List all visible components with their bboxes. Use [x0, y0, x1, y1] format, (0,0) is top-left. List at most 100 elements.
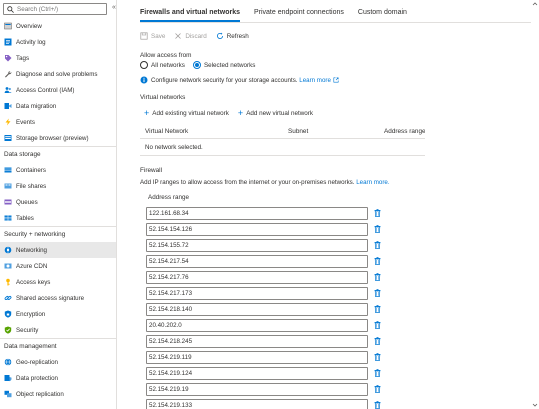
refresh-icon — [216, 32, 224, 40]
menu-item-tags[interactable]: Tags — [0, 50, 116, 66]
discard-label: Discard — [185, 32, 207, 40]
address-range-input[interactable] — [146, 334, 368, 348]
people-icon — [4, 86, 12, 94]
address-range-input[interactable] — [146, 366, 368, 380]
menu-item-activity-log[interactable]: Activity log — [0, 34, 116, 50]
menu-item-containers[interactable]: Containers — [0, 162, 116, 178]
menu-item-data-protection[interactable]: Data protection — [0, 370, 116, 386]
menu-item-storage-browser[interactable]: Storage browser (preview) — [0, 130, 116, 146]
menu-item-object-replication[interactable]: Object replication — [0, 386, 116, 402]
menu-item-label: Containers — [16, 166, 46, 174]
delete-trash-icon[interactable] — [374, 401, 381, 409]
close-icon — [174, 32, 182, 40]
menu-item-label: Shared access signature — [16, 294, 85, 302]
firewall-address-table: Address range — [146, 189, 386, 409]
menu-item-overview[interactable]: Overview — [0, 18, 116, 34]
firewall-description: Add IP ranges to allow access from the i… — [140, 179, 390, 186]
menu-item-label: Events — [16, 118, 35, 126]
menu-item-access-keys[interactable]: Access keys — [0, 274, 116, 290]
delete-trash-icon[interactable] — [374, 353, 381, 361]
storage-browser-icon — [4, 134, 12, 142]
menu-search-input[interactable] — [17, 5, 102, 13]
menu-item-access-control[interactable]: Access Control (IAM) — [0, 82, 116, 98]
radio-all-networks[interactable]: All networks — [140, 61, 185, 69]
radio-label: Selected networks — [203, 61, 256, 69]
add-existing-label: Add existing virtual network — [152, 109, 229, 117]
address-range-input[interactable] — [146, 382, 368, 396]
page-scrollbar[interactable] — [531, 0, 539, 409]
menu-item-security[interactable]: Security — [0, 322, 116, 338]
save-button[interactable]: Save — [140, 32, 165, 40]
tab-private-endpoint-connections[interactable]: Private endpoint connections — [254, 9, 344, 22]
add-new-vnet-button[interactable]: + Add new virtual network — [237, 108, 313, 118]
search-icon — [7, 5, 14, 13]
address-range-input[interactable] — [146, 206, 368, 220]
allow-access-label: Allow access from — [140, 52, 192, 59]
menu-item-label: Queues — [16, 198, 38, 206]
radio-selected-networks[interactable]: Selected networks — [192, 61, 256, 69]
overview-icon — [4, 22, 12, 30]
menu-item-events[interactable]: Events — [0, 114, 116, 130]
menu-item-tables[interactable]: Tables — [0, 210, 116, 226]
menu-item-encryption[interactable]: Encryption — [0, 306, 116, 322]
menu-item-label: Security — [16, 326, 39, 334]
delete-trash-icon[interactable] — [374, 225, 381, 233]
vnet-empty-row: No network selected. — [140, 140, 425, 156]
learn-more-link[interactable]: Learn more — [299, 77, 331, 84]
delete-trash-icon[interactable] — [374, 305, 381, 313]
address-range-input[interactable] — [146, 222, 368, 236]
menu-search-box[interactable] — [3, 3, 107, 15]
plus-icon: + — [237, 108, 244, 118]
table-row — [146, 237, 386, 253]
discard-button[interactable]: Discard — [174, 32, 207, 40]
address-range-input[interactable] — [146, 254, 368, 268]
menu-item-queues[interactable]: Queues — [0, 194, 116, 210]
menu-item-file-shares[interactable]: File shares — [0, 178, 116, 194]
delete-trash-icon[interactable] — [374, 321, 381, 329]
firewall-learn-more-link[interactable]: Learn more. — [356, 179, 389, 186]
queue-icon — [4, 198, 12, 206]
address-range-input[interactable] — [146, 286, 368, 300]
menu-list: Overview Activity log Tags Diagnose and … — [0, 18, 116, 402]
menu-section-data-storage: Data storage — [0, 146, 116, 162]
tab-custom-domain[interactable]: Custom domain — [358, 9, 407, 22]
delete-trash-icon[interactable] — [374, 209, 381, 217]
address-range-input[interactable] — [146, 238, 368, 252]
table-row — [146, 397, 386, 409]
delete-trash-icon[interactable] — [374, 273, 381, 281]
menu-item-label: Networking — [16, 246, 47, 254]
address-range-input[interactable] — [146, 318, 368, 332]
tag-icon — [4, 54, 12, 62]
radio-circle — [140, 61, 148, 69]
delete-trash-icon[interactable] — [374, 289, 381, 297]
address-range-input[interactable] — [146, 270, 368, 284]
add-existing-vnet-button[interactable]: + Add existing virtual network — [144, 109, 229, 118]
delete-trash-icon[interactable] — [374, 385, 381, 393]
collapse-menu-button[interactable]: « — [112, 4, 116, 11]
delete-trash-icon[interactable] — [374, 337, 381, 345]
menu-item-networking[interactable]: Networking — [0, 242, 116, 258]
key-icon — [4, 278, 12, 286]
table-row — [146, 365, 386, 381]
vnet-commands: + Add existing virtual network + Add new… — [144, 108, 322, 118]
tab-firewalls-virtual-networks[interactable]: Firewalls and virtual networks — [140, 9, 240, 22]
menu-item-geo-replication[interactable]: Geo-replication — [0, 354, 116, 370]
table-row — [146, 221, 386, 237]
delete-trash-icon[interactable] — [374, 257, 381, 265]
address-range-input[interactable] — [146, 302, 368, 316]
refresh-label: Refresh — [226, 32, 249, 40]
lock-icon — [4, 310, 12, 318]
delete-trash-icon[interactable] — [374, 241, 381, 249]
shield-icon — [4, 326, 12, 334]
table-row — [146, 381, 386, 397]
menu-item-label: Tags — [16, 54, 30, 62]
refresh-button[interactable]: Refresh — [216, 32, 249, 40]
menu-item-data-migration[interactable]: Data migration — [0, 98, 116, 114]
vnet-table-header: Virtual Network Subnet Address range — [140, 124, 425, 139]
address-range-input[interactable] — [146, 350, 368, 364]
delete-trash-icon[interactable] — [374, 369, 381, 377]
menu-item-azure-cdn[interactable]: Azure CDN — [0, 258, 116, 274]
menu-item-diagnose[interactable]: Diagnose and solve problems — [0, 66, 116, 82]
menu-item-shared-access-signature[interactable]: Shared access signature — [0, 290, 116, 306]
address-range-input[interactable] — [146, 398, 368, 409]
